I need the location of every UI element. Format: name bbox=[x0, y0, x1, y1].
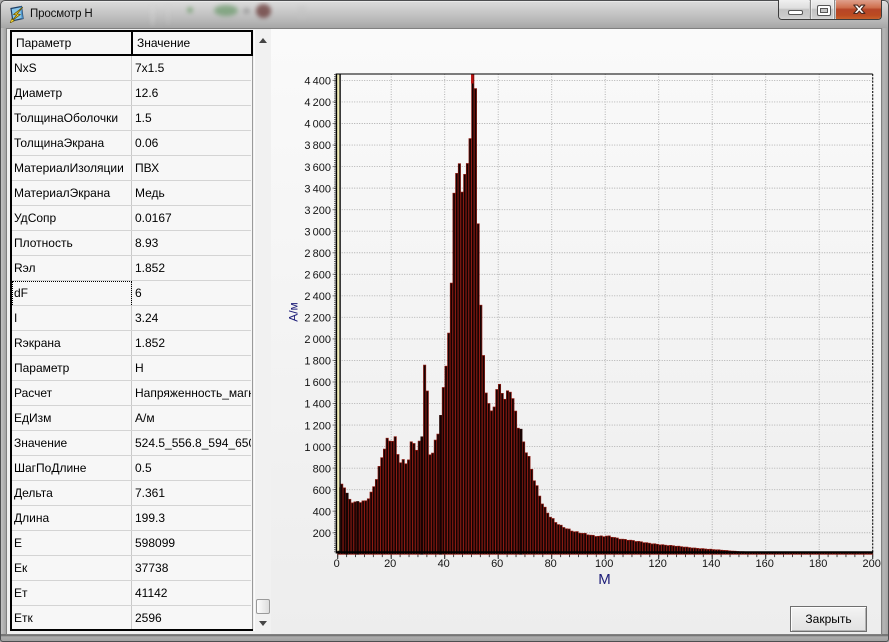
svg-text:1 600: 1 600 bbox=[304, 377, 331, 389]
svg-text:200: 200 bbox=[863, 558, 881, 570]
svg-text:2 400: 2 400 bbox=[304, 291, 331, 303]
svg-text:2 600: 2 600 bbox=[304, 270, 331, 282]
svg-text:160: 160 bbox=[756, 558, 774, 570]
svg-text:3 600: 3 600 bbox=[304, 162, 331, 174]
svg-text:40: 40 bbox=[438, 558, 450, 570]
svg-text:2 000: 2 000 bbox=[304, 334, 331, 346]
svg-text:1 400: 1 400 bbox=[304, 399, 331, 411]
svg-text:1 800: 1 800 bbox=[304, 356, 331, 368]
svg-text:3 000: 3 000 bbox=[304, 226, 331, 238]
svg-text:3 200: 3 200 bbox=[304, 205, 331, 217]
svg-text:4 200: 4 200 bbox=[304, 97, 331, 109]
svg-text:140: 140 bbox=[702, 558, 720, 570]
svg-text:200: 200 bbox=[313, 528, 331, 540]
svg-text:600: 600 bbox=[313, 485, 331, 497]
svg-text:А/м: А/м bbox=[287, 302, 301, 322]
svg-text:4 000: 4 000 bbox=[304, 119, 331, 131]
svg-text:60: 60 bbox=[491, 558, 503, 570]
svg-text:3 400: 3 400 bbox=[304, 183, 331, 195]
svg-text:120: 120 bbox=[649, 558, 667, 570]
svg-text:0: 0 bbox=[334, 558, 340, 570]
svg-text:2 800: 2 800 bbox=[304, 248, 331, 260]
svg-text:3 800: 3 800 bbox=[304, 140, 331, 152]
svg-text:180: 180 bbox=[809, 558, 827, 570]
svg-text:20: 20 bbox=[384, 558, 396, 570]
svg-text:1 200: 1 200 bbox=[304, 420, 331, 432]
svg-text:1 000: 1 000 bbox=[304, 442, 331, 454]
svg-text:80: 80 bbox=[545, 558, 557, 570]
svg-text:М: М bbox=[598, 571, 611, 588]
svg-text:400: 400 bbox=[313, 506, 331, 518]
svg-text:800: 800 bbox=[313, 463, 331, 475]
svg-text:100: 100 bbox=[595, 558, 613, 570]
svg-text:4 400: 4 400 bbox=[304, 76, 331, 88]
svg-text:2 200: 2 200 bbox=[304, 313, 331, 325]
